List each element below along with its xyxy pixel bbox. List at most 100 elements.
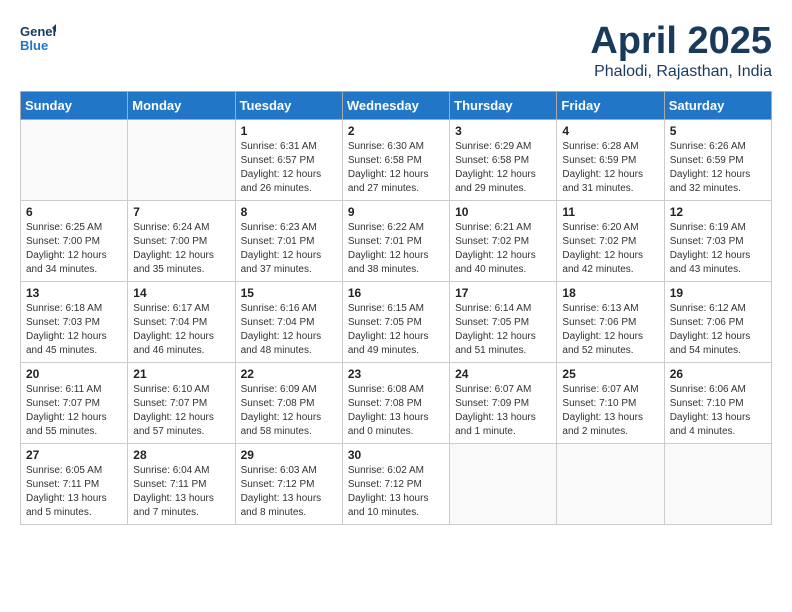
day-number: 23 [348,367,444,381]
calendar-day: 30 Sunrise: 6:02 AM Sunset: 7:12 PM Dayli… [342,444,449,525]
calendar-table: SundayMondayTuesdayWednesdayThursdayFrid… [20,91,772,525]
day-info: Sunrise: 6:06 AM Sunset: 7:10 PM Dayligh… [670,383,766,439]
day-info: Sunrise: 6:23 AM Sunset: 7:01 PM Dayligh… [241,221,337,277]
day-info: Sunrise: 6:24 AM Sunset: 7:00 PM Dayligh… [133,221,229,277]
day-number: 25 [562,367,658,381]
calendar-day: 11 Sunrise: 6:20 AM Sunset: 7:02 PM Dayli… [557,201,664,282]
day-info: Sunrise: 6:28 AM Sunset: 6:59 PM Dayligh… [562,140,658,196]
day-info: Sunrise: 6:03 AM Sunset: 7:12 PM Dayligh… [241,464,337,520]
day-info: Sunrise: 6:11 AM Sunset: 7:07 PM Dayligh… [26,383,122,439]
day-number: 13 [26,286,122,300]
day-number: 20 [26,367,122,381]
day-info: Sunrise: 6:12 AM Sunset: 7:06 PM Dayligh… [670,302,766,358]
day-number: 24 [455,367,551,381]
logo-icon: General Blue [20,20,56,61]
calendar-day: 15 Sunrise: 6:16 AM Sunset: 7:04 PM Dayli… [235,282,342,363]
calendar-day: 6 Sunrise: 6:25 AM Sunset: 7:00 PM Daylig… [21,201,128,282]
svg-text:General: General [20,24,56,39]
day-number: 10 [455,205,551,219]
day-number: 1 [241,124,337,138]
day-number: 29 [241,448,337,462]
calendar-day: 14Sunrise: 6:17 AM Sunset: 7:04 PM Dayli… [128,282,235,363]
location: Phalodi, Rajasthan, India [590,63,772,81]
calendar-day: 1Sunrise: 6:31 AM Sunset: 6:57 PM Daylig… [235,120,342,201]
day-number: 19 [670,286,766,300]
day-info: Sunrise: 6:15 AM Sunset: 7:05 PM Dayligh… [348,302,444,358]
col-header-thursday: Thursday [450,92,557,120]
calendar-week-5: 27 Sunrise: 6:05 AM Sunset: 7:11 PM Dayli… [21,444,772,525]
svg-text:Blue: Blue [20,38,48,53]
calendar-day: 3 Sunrise: 6:29 AM Sunset: 6:58 PM Daylig… [450,120,557,201]
calendar-day: 9 Sunrise: 6:22 AM Sunset: 7:01 PM Daylig… [342,201,449,282]
header: General Blue April 2025 Phalodi, Rajasth… [20,20,772,81]
day-info: Sunrise: 6:10 AM Sunset: 7:07 PM Dayligh… [133,383,229,439]
day-info: Sunrise: 6:21 AM Sunset: 7:02 PM Dayligh… [455,221,551,277]
day-number: 7 [133,205,229,219]
day-info: Sunrise: 6:05 AM Sunset: 7:11 PM Dayligh… [26,464,122,520]
calendar-day: 25Sunrise: 6:07 AM Sunset: 7:10 PM Dayli… [557,363,664,444]
day-info: Sunrise: 6:08 AM Sunset: 7:08 PM Dayligh… [348,383,444,439]
calendar-week-3: 13 Sunrise: 6:18 AM Sunset: 7:03 PM Dayli… [21,282,772,363]
day-number: 26 [670,367,766,381]
day-info: Sunrise: 6:18 AM Sunset: 7:03 PM Dayligh… [26,302,122,358]
day-info: Sunrise: 6:26 AM Sunset: 6:59 PM Dayligh… [670,140,766,196]
col-header-saturday: Saturday [664,92,771,120]
calendar-day: 20 Sunrise: 6:11 AM Sunset: 7:07 PM Dayli… [21,363,128,444]
col-header-monday: Monday [128,92,235,120]
day-info: Sunrise: 6:09 AM Sunset: 7:08 PM Dayligh… [241,383,337,439]
day-number: 8 [241,205,337,219]
day-number: 27 [26,448,122,462]
calendar-day: 13 Sunrise: 6:18 AM Sunset: 7:03 PM Dayli… [21,282,128,363]
logo: General Blue [20,20,56,61]
calendar-day [557,444,664,525]
day-number: 22 [241,367,337,381]
calendar-day: 24 Sunrise: 6:07 AM Sunset: 7:09 PM Dayli… [450,363,557,444]
day-info: Sunrise: 6:04 AM Sunset: 7:11 PM Dayligh… [133,464,229,520]
col-header-wednesday: Wednesday [342,92,449,120]
calendar-day: 4 Sunrise: 6:28 AM Sunset: 6:59 PM Daylig… [557,120,664,201]
day-info: Sunrise: 6:25 AM Sunset: 7:00 PM Dayligh… [26,221,122,277]
day-info: Sunrise: 6:16 AM Sunset: 7:04 PM Dayligh… [241,302,337,358]
day-number: 9 [348,205,444,219]
calendar-day: 27 Sunrise: 6:05 AM Sunset: 7:11 PM Dayli… [21,444,128,525]
day-number: 30 [348,448,444,462]
day-info: Sunrise: 6:22 AM Sunset: 7:01 PM Dayligh… [348,221,444,277]
calendar-day: 23 Sunrise: 6:08 AM Sunset: 7:08 PM Dayli… [342,363,449,444]
day-info: Sunrise: 6:20 AM Sunset: 7:02 PM Dayligh… [562,221,658,277]
calendar-week-2: 6 Sunrise: 6:25 AM Sunset: 7:00 PM Daylig… [21,201,772,282]
calendar-day: 8 Sunrise: 6:23 AM Sunset: 7:01 PM Daylig… [235,201,342,282]
day-info: Sunrise: 6:02 AM Sunset: 7:12 PM Dayligh… [348,464,444,520]
title-block: April 2025 Phalodi, Rajasthan, India [590,20,772,81]
day-info: Sunrise: 6:29 AM Sunset: 6:58 PM Dayligh… [455,140,551,196]
calendar-day: 2Sunrise: 6:30 AM Sunset: 6:58 PM Daylig… [342,120,449,201]
calendar-day: 19 Sunrise: 6:12 AM Sunset: 7:06 PM Dayli… [664,282,771,363]
calendar-header-row: SundayMondayTuesdayWednesdayThursdayFrid… [21,92,772,120]
calendar-day [664,444,771,525]
calendar-day [128,120,235,201]
calendar-day: 10 Sunrise: 6:21 AM Sunset: 7:02 PM Dayli… [450,201,557,282]
day-number: 4 [562,124,658,138]
month-title: April 2025 [590,20,772,63]
calendar-day: 7 Sunrise: 6:24 AM Sunset: 7:00 PM Daylig… [128,201,235,282]
day-number: 21 [133,367,229,381]
day-number: 5 [670,124,766,138]
col-header-sunday: Sunday [21,92,128,120]
calendar-day: 5 Sunrise: 6:26 AM Sunset: 6:59 PM Daylig… [664,120,771,201]
day-number: 15 [241,286,337,300]
col-header-tuesday: Tuesday [235,92,342,120]
day-number: 18 [562,286,658,300]
calendar-day: 12 Sunrise: 6:19 AM Sunset: 7:03 PM Dayli… [664,201,771,282]
day-number: 6 [26,205,122,219]
day-number: 11 [562,205,658,219]
calendar-day: 16Sunrise: 6:15 AM Sunset: 7:05 PM Dayli… [342,282,449,363]
day-number: 14 [133,286,229,300]
day-number: 12 [670,205,766,219]
day-number: 3 [455,124,551,138]
day-number: 17 [455,286,551,300]
calendar-day [21,120,128,201]
calendar-day [450,444,557,525]
day-info: Sunrise: 6:07 AM Sunset: 7:09 PM Dayligh… [455,383,551,439]
day-info: Sunrise: 6:19 AM Sunset: 7:03 PM Dayligh… [670,221,766,277]
day-info: Sunrise: 6:14 AM Sunset: 7:05 PM Dayligh… [455,302,551,358]
day-info: Sunrise: 6:13 AM Sunset: 7:06 PM Dayligh… [562,302,658,358]
